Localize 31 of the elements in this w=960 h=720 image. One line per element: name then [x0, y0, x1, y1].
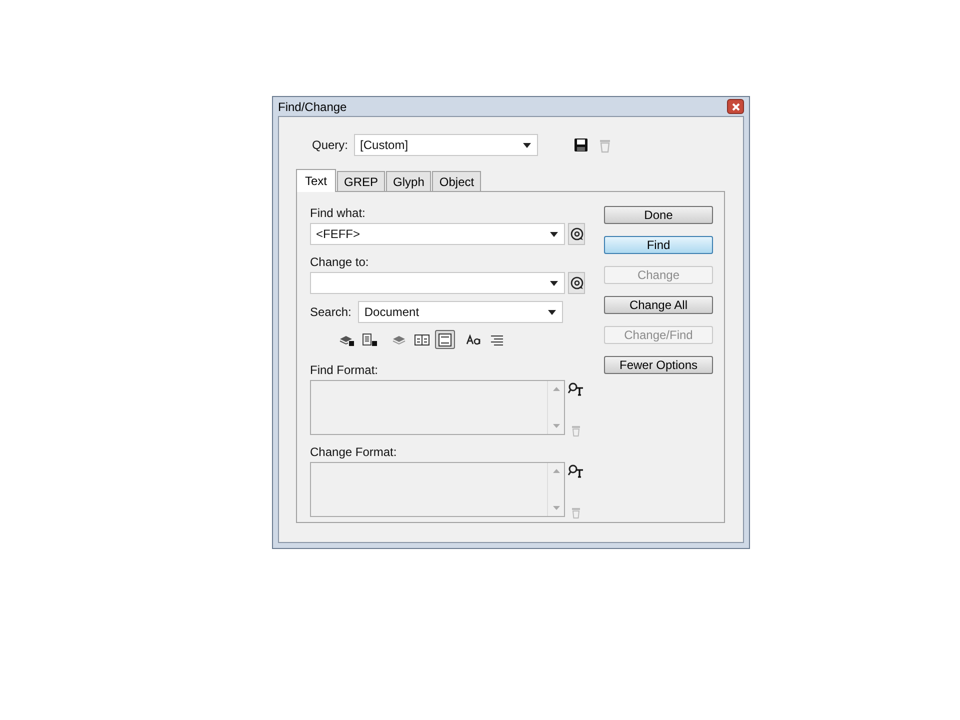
query-dropdown[interactable]: [Custom]: [354, 134, 538, 156]
search-dropdown[interactable]: Document: [358, 301, 564, 323]
page-icon[interactable]: [435, 330, 455, 349]
window-title: Find/Change: [278, 100, 347, 114]
tab[interactable]: Object: [432, 171, 482, 191]
find-what-field[interactable]: <FEFF>: [310, 223, 565, 245]
change-to-field[interactable]: [310, 272, 565, 294]
dialog-button[interactable]: Fewer Options: [604, 356, 713, 374]
dialog-button[interactable]: Find: [604, 236, 713, 254]
save-icon[interactable]: [574, 138, 588, 152]
tab[interactable]: GREP: [337, 171, 386, 191]
tab[interactable]: Glyph: [386, 171, 432, 191]
find-what-label: Find what:: [310, 206, 366, 220]
search-label: Search:: [310, 305, 352, 319]
change-format-label: Change Format:: [310, 445, 398, 459]
tab[interactable]: Text: [296, 169, 336, 192]
caret-icon: [550, 232, 558, 236]
close-icon: [732, 102, 740, 110]
format-settings-icon[interactable]: [568, 382, 584, 396]
caret-icon: [548, 310, 556, 314]
close-button[interactable]: [727, 99, 744, 114]
dialog-button[interactable]: Change All: [604, 296, 713, 314]
format-settings-icon[interactable]: [568, 464, 584, 478]
change-to-label: Change to:: [310, 255, 370, 269]
find-format-label: Find Format:: [310, 363, 380, 377]
query-label: Query:: [312, 138, 348, 152]
dialog-button[interactable]: Done: [604, 206, 713, 224]
caret-icon: [523, 142, 532, 148]
special-characters-button[interactable]: [568, 272, 585, 294]
caret-icon: [550, 280, 558, 286]
special-characters-button[interactable]: [568, 223, 585, 245]
